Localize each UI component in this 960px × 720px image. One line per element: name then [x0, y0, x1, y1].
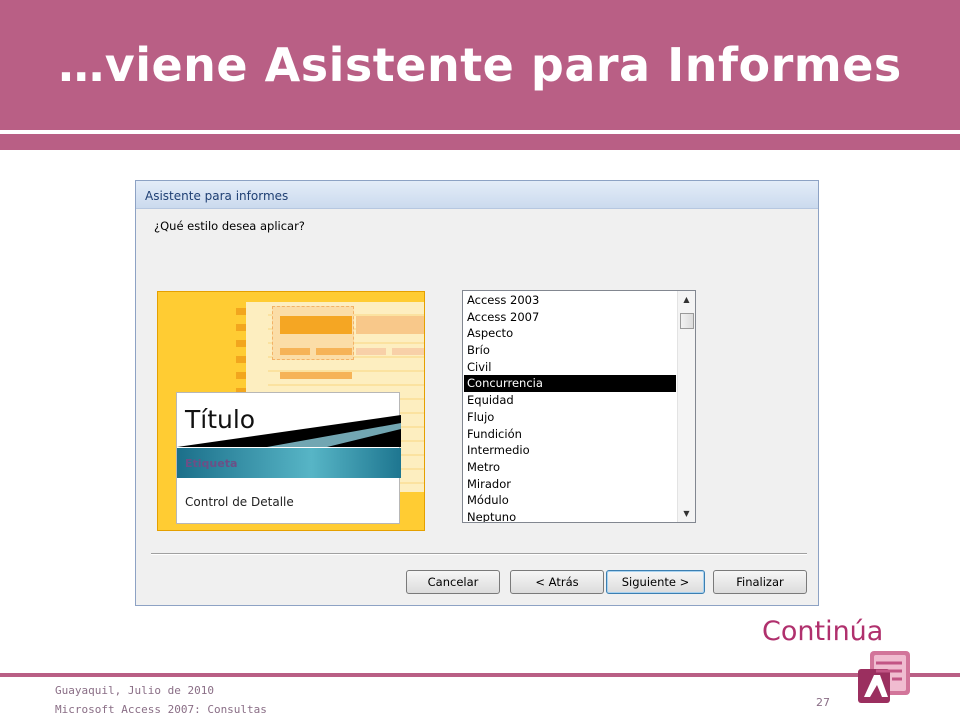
- style-option[interactable]: Flujo: [464, 409, 676, 426]
- slide-header: …viene Asistente para Informes: [0, 0, 960, 130]
- preview-title: Título: [185, 405, 256, 434]
- header-stripe: [0, 134, 960, 150]
- style-option[interactable]: Módulo: [464, 492, 676, 509]
- listbox-scrollbar[interactable]: ▲ ▼: [677, 291, 695, 522]
- finish-button[interactable]: Finalizar: [713, 570, 807, 594]
- style-listbox[interactable]: Access 2003 Access 2007 Aspecto Brío Civil Co…: [462, 290, 696, 523]
- preview-label: Etiqueta: [185, 457, 238, 470]
- scroll-thumb[interactable]: [680, 313, 694, 329]
- next-button[interactable]: Siguiente >: [606, 570, 705, 594]
- style-option[interactable]: Concurrencia: [464, 375, 676, 393]
- preview-header-bar: [280, 316, 352, 334]
- scroll-down-icon[interactable]: ▼: [678, 505, 695, 522]
- style-option[interactable]: Aspecto: [464, 325, 676, 342]
- style-option[interactable]: Mirador: [464, 476, 676, 493]
- footer-location: Guayaquil, Julio de 2010: [55, 684, 214, 697]
- dialog-title: Asistente para informes: [145, 189, 289, 203]
- style-option[interactable]: Fundición: [464, 426, 676, 443]
- style-option[interactable]: Equidad: [464, 392, 676, 409]
- preview-row-bar: [356, 348, 386, 355]
- continue-label: Continúa: [762, 616, 884, 647]
- preview-row-bar: [392, 348, 424, 355]
- footer-line: [0, 673, 960, 677]
- preview-detail: Control de Detalle: [185, 495, 294, 509]
- dialog-titlebar: Asistente para informes: [136, 181, 818, 209]
- preview-row-bar: [280, 372, 352, 379]
- report-wizard-dialog: Asistente para informes ¿Qué estilo dese…: [135, 180, 819, 606]
- style-option[interactable]: Metro: [464, 459, 676, 476]
- scroll-up-icon[interactable]: ▲: [678, 291, 695, 308]
- preview-card: Título Etiqueta Control de Detalle: [176, 392, 401, 524]
- style-preview: Título Etiqueta Control de Detalle: [157, 291, 425, 531]
- dialog-separator: [151, 553, 807, 555]
- style-option[interactable]: Brío: [464, 342, 676, 359]
- style-list: Access 2003 Access 2007 Aspecto Brío Civil Co…: [464, 292, 676, 522]
- preview-row-bar: [280, 348, 310, 355]
- slide-title: …viene Asistente para Informes: [58, 38, 902, 92]
- back-button[interactable]: < Atrás: [510, 570, 604, 594]
- footer-course: Microsoft Access 2007: Consultas: [55, 703, 267, 716]
- preview-header-bar-light: [356, 316, 424, 334]
- access-logo-icon: [858, 651, 910, 703]
- style-option[interactable]: Access 2007: [464, 309, 676, 326]
- page-number: 27: [816, 696, 830, 709]
- style-question: ¿Qué estilo desea aplicar?: [154, 219, 305, 233]
- preview-row-bar: [316, 348, 352, 355]
- style-option[interactable]: Civil: [464, 359, 676, 376]
- cancel-button[interactable]: Cancelar: [406, 570, 500, 594]
- style-option[interactable]: Neptuno: [464, 509, 676, 522]
- style-option[interactable]: Intermedio: [464, 442, 676, 459]
- style-option[interactable]: Access 2003: [464, 292, 676, 309]
